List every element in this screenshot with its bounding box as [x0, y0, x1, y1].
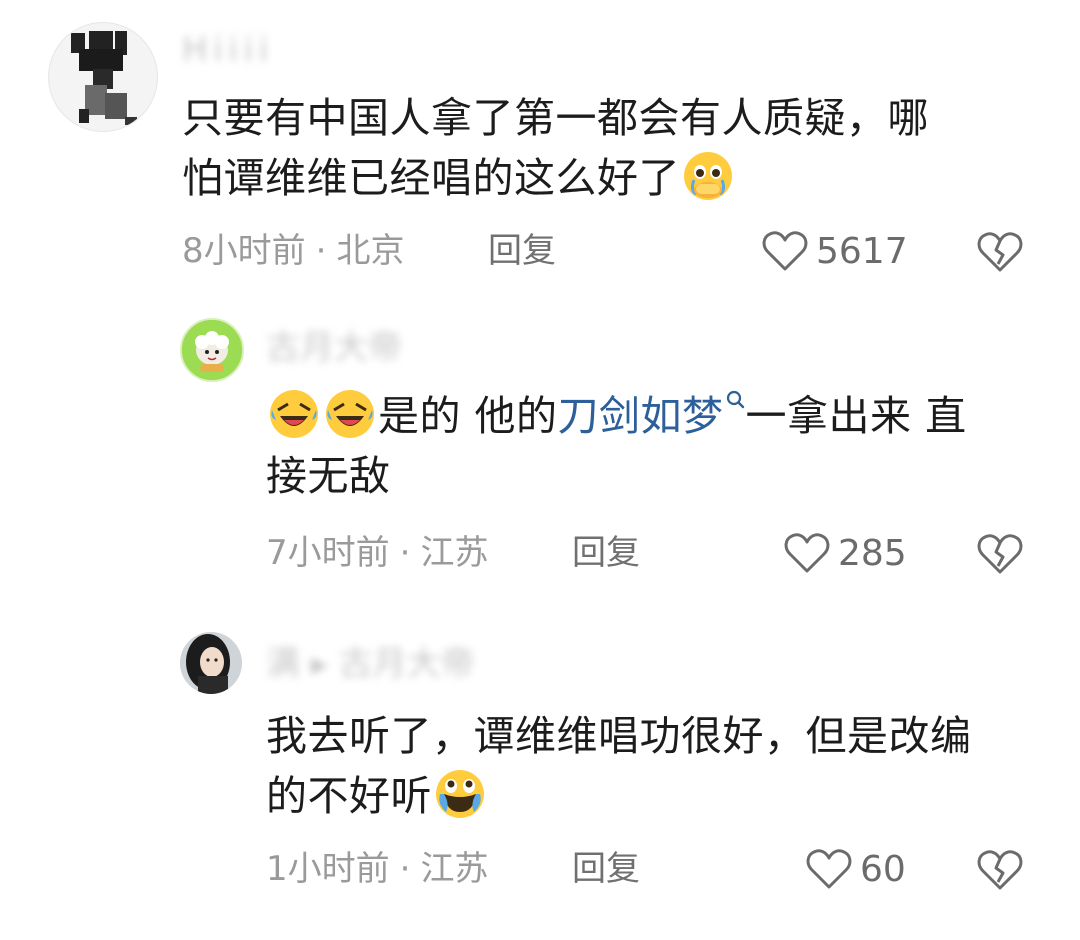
dancer-avatar-icon — [71, 31, 137, 125]
timestamp: 1小时前 — [266, 849, 390, 889]
comment-3: 满 ▸ 古月大帝 我去听了，谭维维唱功很好，但是改编 的不好听 1小时前 · 江苏 … — [0, 620, 1080, 930]
reply-button[interactable]: 回复 — [488, 231, 556, 271]
heart-icon — [762, 231, 808, 271]
avatar[interactable] — [48, 22, 158, 132]
pleading-face-emoji-icon — [684, 152, 732, 200]
broken-heart-icon[interactable] — [976, 530, 1024, 578]
username[interactable]: 古月大帝 — [266, 328, 402, 368]
comment-text-segment: 一拿出来 直 — [745, 392, 967, 440]
comment-text-line: 接无敌 — [266, 452, 391, 500]
holding-back-tears-emoji-icon — [436, 770, 484, 818]
comment-meta: 7小时前 · 江苏 — [266, 533, 488, 573]
location: 江苏 — [420, 533, 489, 573]
timestamp: 7小时前 — [266, 533, 390, 573]
avatar[interactable] — [180, 318, 244, 382]
comment-text-line: 是的 他的刀剑如梦 一拿出来 直 — [266, 386, 967, 446]
like-button[interactable]: 60 — [806, 845, 906, 893]
location: 北京 — [336, 231, 405, 271]
comment-text-segment: 怕谭维维已经唱的这么好了 — [182, 154, 680, 202]
like-button[interactable]: 285 — [784, 529, 907, 577]
portrait-avatar-icon — [180, 632, 242, 694]
comment-2: 古月大帝 是的 他的刀剑如梦 一拿出来 直 接无敌 7小时前 · 江苏 回复 2… — [0, 300, 1080, 600]
separator: · — [399, 533, 411, 573]
separator: · — [315, 231, 327, 271]
search-keyword-link[interactable]: 刀剑如梦 — [558, 392, 724, 440]
comment-text-segment: 是的 他的 — [378, 392, 558, 440]
separator: · — [399, 849, 411, 889]
comment-1: H i i i i 只要有中国人拿了第一都会有人质疑，哪 怕谭维维已经唱的这么好… — [0, 0, 1080, 290]
like-count: 5617 — [816, 230, 908, 272]
like-count: 285 — [838, 532, 907, 574]
comment-text-line: 我去听了，谭维维唱功很好，但是改编 — [266, 712, 972, 760]
broken-heart-icon[interactable] — [976, 228, 1024, 276]
comment-text: 是的 他的刀剑如梦 一拿出来 直 接无敌 — [266, 386, 967, 506]
sheep-avatar-icon — [182, 320, 242, 380]
reply-button[interactable]: 回复 — [572, 533, 640, 573]
location: 江苏 — [420, 849, 489, 889]
comment-text-line: 怕谭维维已经唱的这么好了 — [182, 148, 929, 208]
comment-meta: 1小时前 · 江苏 — [266, 849, 488, 889]
comment-text: 只要有中国人拿了第一都会有人质疑，哪 怕谭维维已经唱的这么好了 — [182, 88, 929, 208]
username[interactable]: H i i i i — [182, 30, 268, 70]
comment-text: 我去听了，谭维维唱功很好，但是改编 的不好听 — [266, 706, 972, 826]
heart-icon — [806, 849, 852, 889]
username[interactable]: 满 ▸ 古月大帝 — [266, 644, 475, 684]
avatar[interactable] — [180, 632, 242, 694]
broken-heart-icon[interactable] — [976, 846, 1024, 894]
comment-text-segment: 的不好听 — [266, 772, 432, 820]
timestamp: 8小时前 — [182, 231, 306, 271]
rolling-laughing-emoji-icon — [270, 390, 318, 438]
comment-text-line: 的不好听 — [266, 766, 972, 826]
heart-icon — [784, 533, 830, 573]
like-button[interactable]: 5617 — [762, 227, 908, 275]
rolling-laughing-emoji-icon — [326, 390, 374, 438]
comment-text-line: 只要有中国人拿了第一都会有人质疑，哪 — [182, 94, 929, 142]
comment-meta: 8小时前 · 北京 — [182, 231, 404, 271]
search-icon[interactable] — [726, 390, 746, 412]
like-count: 60 — [860, 848, 906, 890]
reply-button[interactable]: 回复 — [572, 849, 640, 889]
